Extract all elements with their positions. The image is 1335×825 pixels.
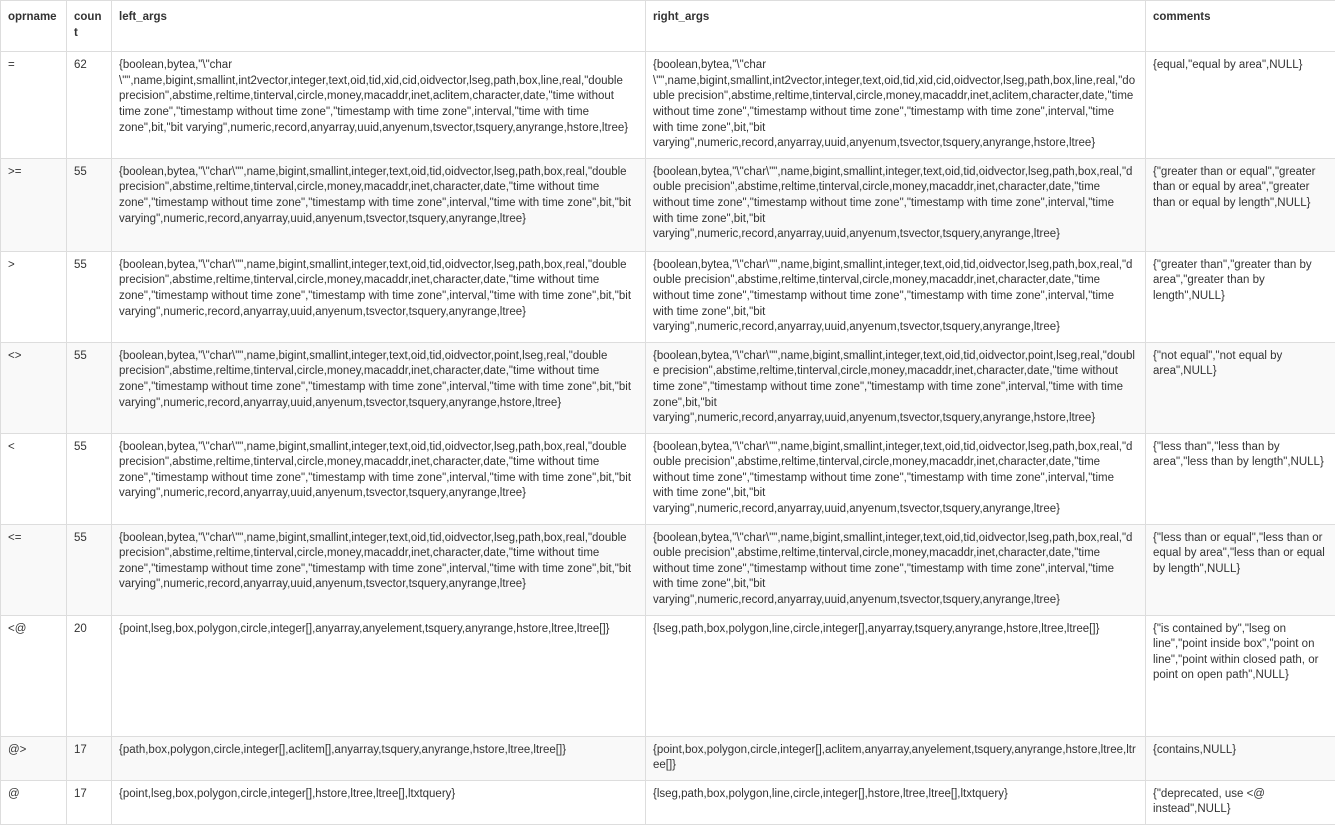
column-header-right-args[interactable]: right_args	[646, 1, 1146, 52]
cell-left-args: {boolean,bytea,"\"char \"",name,bigint,s…	[112, 52, 646, 159]
cell-comments: {"less than or equal","less than or equa…	[1146, 524, 1335, 615]
cell-count: 55	[67, 524, 112, 615]
cell-count: 62	[67, 52, 112, 159]
cell-count: 55	[67, 158, 112, 251]
table-row: >= 55 {boolean,bytea,"\"char\"",name,big…	[1, 158, 1335, 251]
column-header-comments[interactable]: comments	[1146, 1, 1335, 52]
cell-count: 55	[67, 433, 112, 524]
cell-oprname: <=	[1, 524, 67, 615]
cell-comments: {"not equal","not equal by area",NULL}	[1146, 342, 1335, 433]
cell-right-args: {boolean,bytea,"\"char\"",name,bigint,sm…	[646, 342, 1146, 433]
cell-comments: {"deprecated, use <@ instead",NULL}	[1146, 780, 1335, 824]
cell-comments: {contains,NULL}	[1146, 736, 1335, 780]
cell-left-args: {boolean,bytea,"\"char\"",name,bigint,sm…	[112, 524, 646, 615]
cell-right-args: {boolean,bytea,"\"char\"",name,bigint,sm…	[646, 433, 1146, 524]
cell-comments: {equal,"equal by area",NULL}	[1146, 52, 1335, 159]
cell-left-args: {boolean,bytea,"\"char\"",name,bigint,sm…	[112, 342, 646, 433]
cell-oprname: >	[1, 251, 67, 342]
cell-count: 55	[67, 251, 112, 342]
cell-comments: {"less than","less than by area","less t…	[1146, 433, 1335, 524]
table-row: @> 17 {path,box,polygon,circle,integer[]…	[1, 736, 1335, 780]
table-row: = 62 {boolean,bytea,"\"char \"",name,big…	[1, 52, 1335, 159]
table-row: > 55 {boolean,bytea,"\"char\"",name,bigi…	[1, 251, 1335, 342]
cell-right-args: {boolean,bytea,"\"char\"",name,bigint,sm…	[646, 251, 1146, 342]
table-row: <= 55 {boolean,bytea,"\"char\"",name,big…	[1, 524, 1335, 615]
column-header-count[interactable]: count	[67, 1, 112, 52]
cell-left-args: {boolean,bytea,"\"char\"",name,bigint,sm…	[112, 433, 646, 524]
cell-comments: {"greater than","greater than by area","…	[1146, 251, 1335, 342]
table-body: = 62 {boolean,bytea,"\"char \"",name,big…	[1, 52, 1335, 825]
column-header-left-args[interactable]: left_args	[112, 1, 646, 52]
cell-oprname: <	[1, 433, 67, 524]
table-row: @ 17 {point,lseg,box,polygon,circle,inte…	[1, 780, 1335, 824]
table-header-row: oprname count left_args right_args comme…	[1, 1, 1335, 52]
cell-left-args: {boolean,bytea,"\"char\"",name,bigint,sm…	[112, 251, 646, 342]
cell-oprname: @	[1, 780, 67, 824]
table-row: <> 55 {boolean,bytea,"\"char\"",name,big…	[1, 342, 1335, 433]
cell-right-args: {boolean,bytea,"\"char\"",name,bigint,sm…	[646, 524, 1146, 615]
table-row: < 55 {boolean,bytea,"\"char\"",name,bigi…	[1, 433, 1335, 524]
cell-oprname: =	[1, 52, 67, 159]
cell-oprname: <>	[1, 342, 67, 433]
cell-comments: {"greater than or equal","greater than o…	[1146, 158, 1335, 251]
cell-oprname: @>	[1, 736, 67, 780]
operator-usage-table: oprname count left_args right_args comme…	[0, 0, 1335, 825]
cell-left-args: {point,lseg,box,polygon,circle,integer[]…	[112, 780, 646, 824]
cell-count: 17	[67, 736, 112, 780]
cell-count: 55	[67, 342, 112, 433]
cell-right-args: {boolean,bytea,"\"char \"",name,bigint,s…	[646, 52, 1146, 159]
cell-right-args: {boolean,bytea,"\"char\"",name,bigint,sm…	[646, 158, 1146, 251]
cell-count: 17	[67, 780, 112, 824]
table-header: oprname count left_args right_args comme…	[1, 1, 1335, 52]
cell-left-args: {path,box,polygon,circle,integer[],aclit…	[112, 736, 646, 780]
cell-right-args: {lseg,path,box,polygon,line,circle,integ…	[646, 780, 1146, 824]
column-header-oprname[interactable]: oprname	[1, 1, 67, 52]
cell-oprname: >=	[1, 158, 67, 251]
cell-right-args: {point,box,polygon,circle,integer[],acli…	[646, 736, 1146, 780]
cell-left-args: {boolean,bytea,"\"char\"",name,bigint,sm…	[112, 158, 646, 251]
